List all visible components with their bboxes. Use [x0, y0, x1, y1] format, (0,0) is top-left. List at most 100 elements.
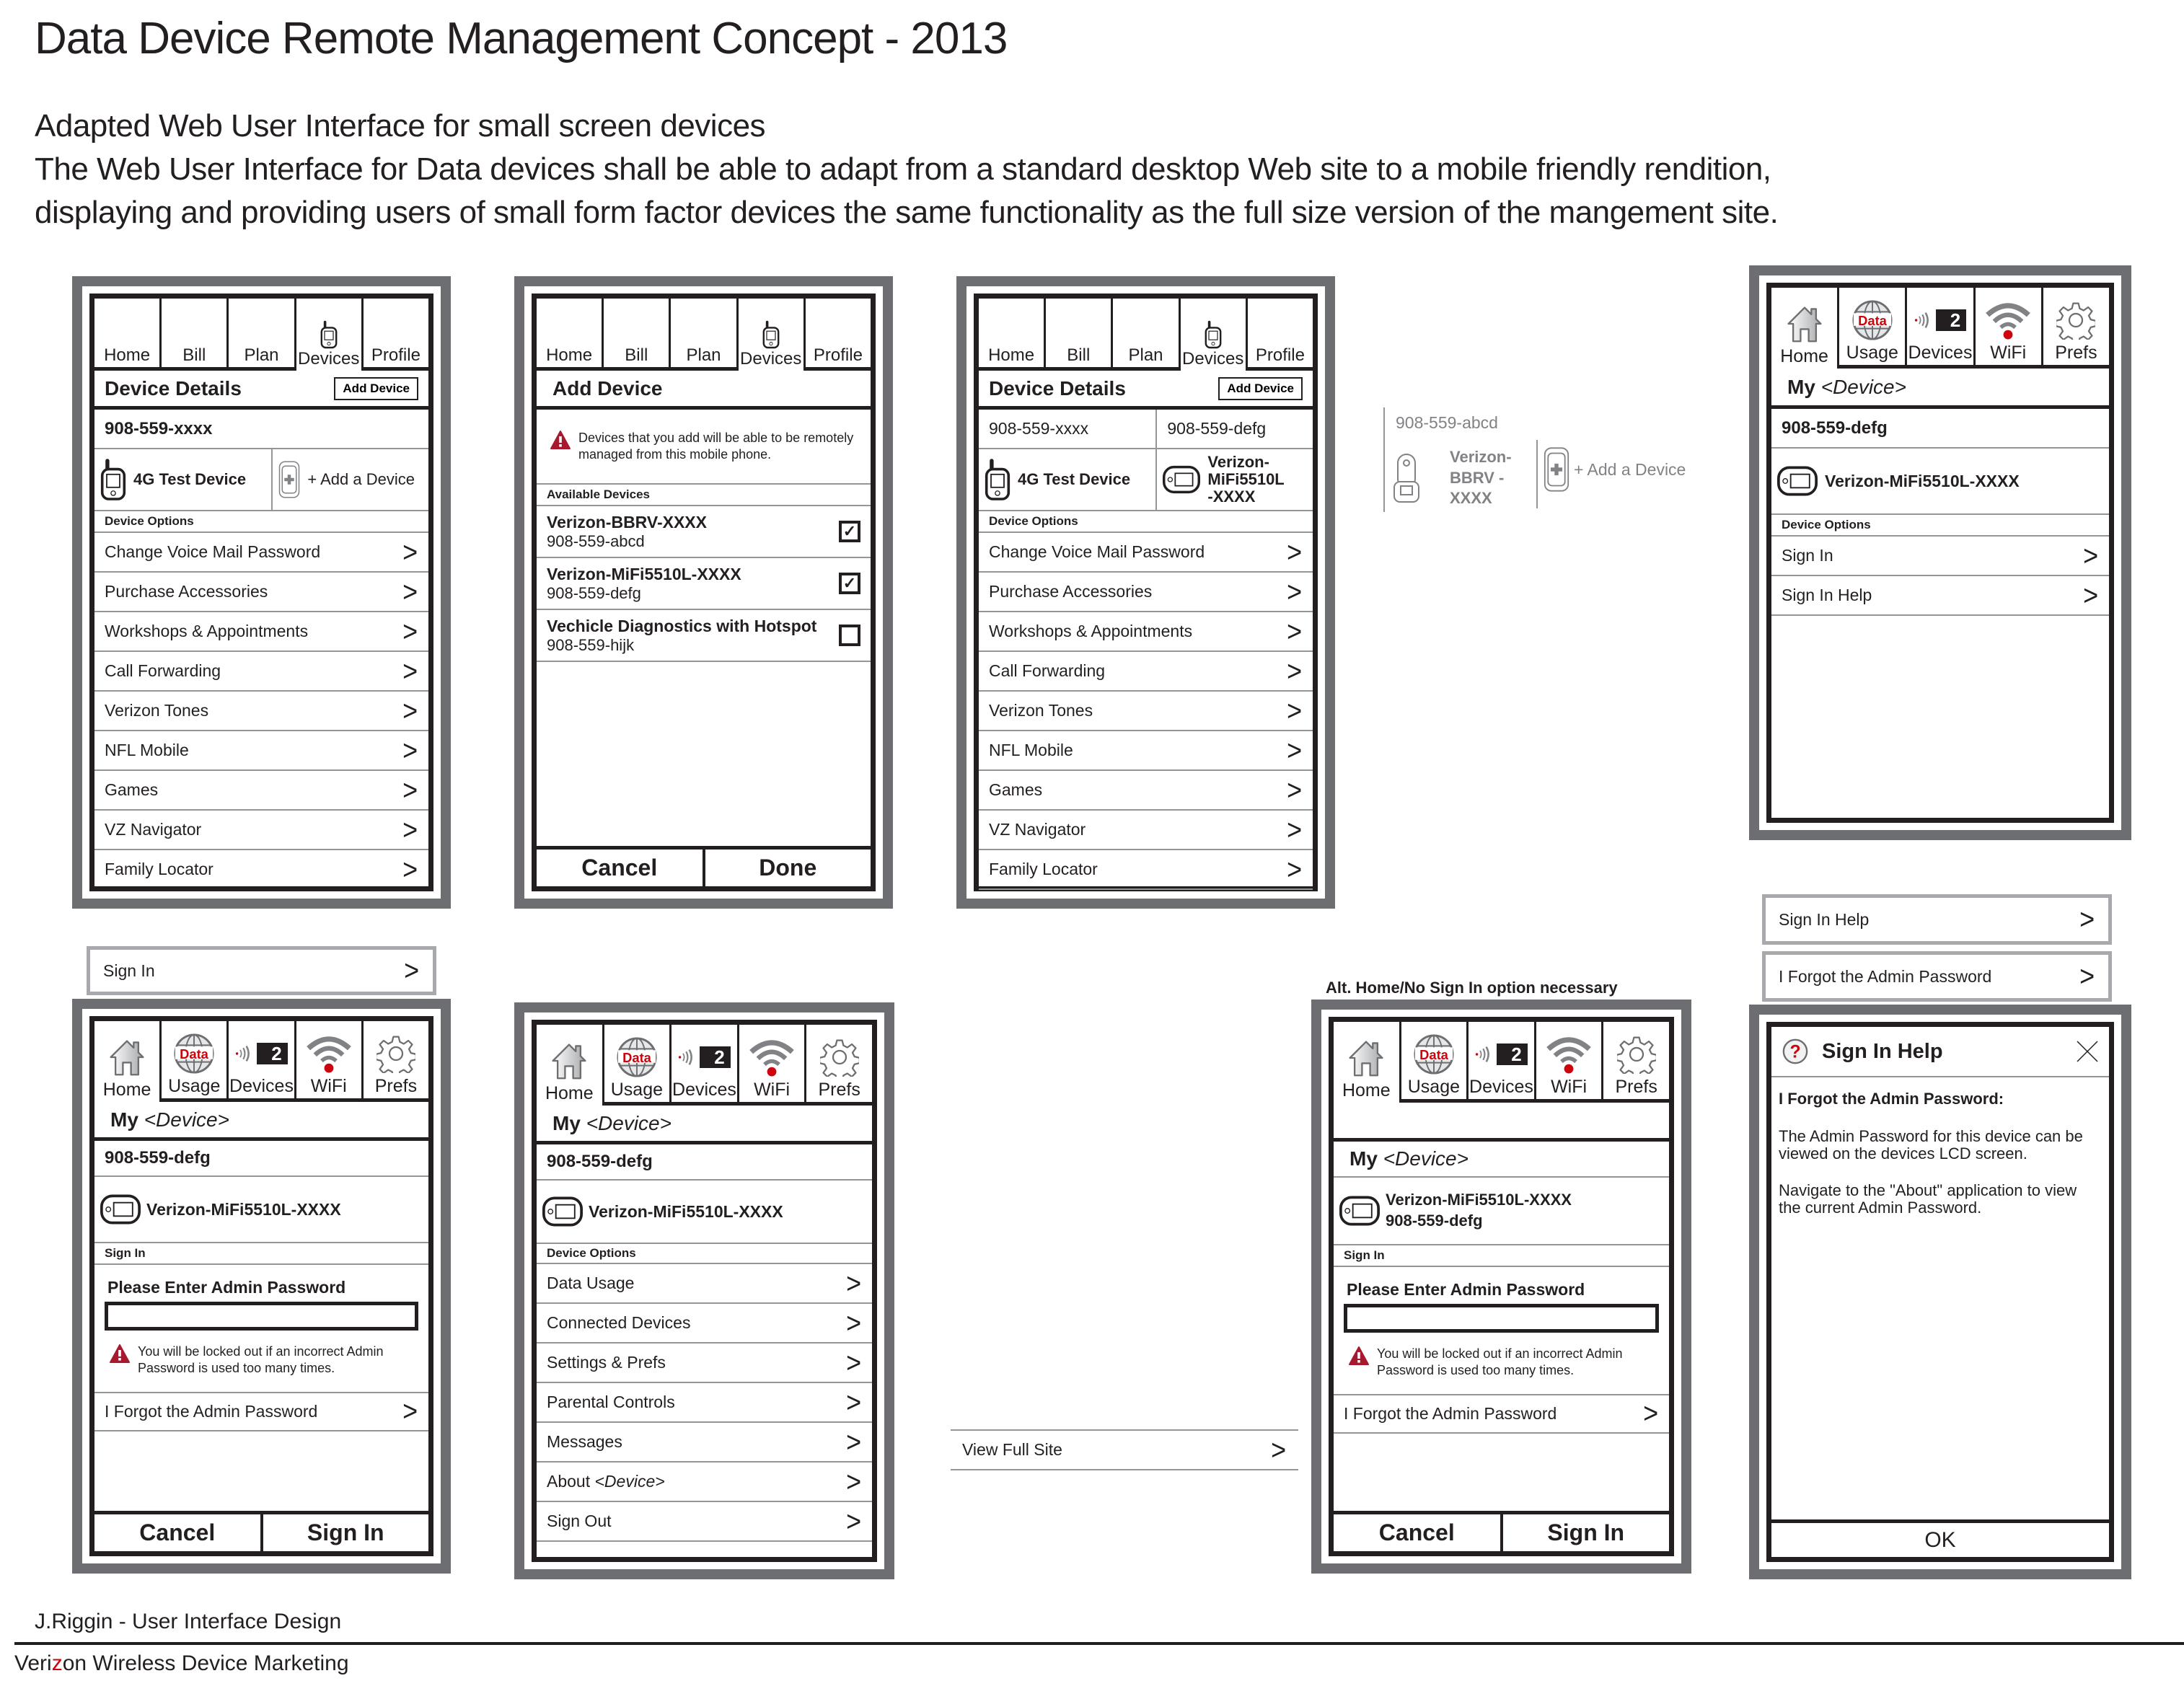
view-full-site-link[interactable]: View Full Site >	[951, 1429, 1298, 1470]
tab-profile[interactable]: Profile	[1247, 299, 1313, 371]
gear-icon	[377, 1034, 415, 1073]
option-item[interactable]: Games >	[979, 771, 1313, 811]
sign-in-button[interactable]: Sign In	[260, 1514, 429, 1551]
device-checkbox[interactable]	[839, 625, 860, 646]
chevron-right-icon: >	[845, 1386, 861, 1419]
tab-wifi[interactable]: WiFi	[296, 1021, 364, 1102]
forgot-password-link[interactable]: I Forgot the Admin Password >	[1762, 951, 2112, 1002]
close-icon[interactable]	[2076, 1040, 2099, 1063]
forgot-password-link[interactable]: I Forgot the Admin Password >	[94, 1391, 428, 1431]
tab-devices[interactable]: Devices	[1181, 299, 1248, 371]
cancel-button[interactable]: Cancel	[1334, 1514, 1500, 1551]
option-item[interactable]: Sign In Help >	[1771, 576, 2109, 616]
tab-home[interactable]: Home	[94, 299, 162, 371]
tab-home[interactable]: Home	[537, 299, 604, 371]
tab-devices[interactable]: 2 Devices	[672, 1025, 739, 1106]
dialog-heading: I Forgot the Admin Password:	[1779, 1090, 2004, 1108]
option-item[interactable]: Games >	[94, 771, 428, 811]
available-device-item[interactable]: Verizon-BBRV-XXXX 908-559-abcd ✓	[537, 506, 871, 558]
tab-prefs[interactable]: Prefs	[2043, 288, 2109, 369]
forgot-password-link[interactable]: I Forgot the Admin Password >	[1334, 1393, 1669, 1434]
option-item[interactable]: Verizon Tones >	[94, 692, 428, 731]
tab-home[interactable]: Home	[1771, 288, 1840, 369]
option-item[interactable]: Data Usage >	[537, 1264, 872, 1304]
tab-plan[interactable]: Plan	[1113, 299, 1181, 371]
ok-button[interactable]: OK	[1771, 1523, 2109, 1557]
tab-bill[interactable]: Bill	[604, 299, 672, 371]
tab-wifi[interactable]: WiFi	[739, 1025, 807, 1106]
tab-prefs[interactable]: Prefs	[806, 1025, 872, 1106]
tab-plan[interactable]: Plan	[229, 299, 296, 371]
option-item[interactable]: Change Voice Mail Password >	[94, 533, 428, 573]
tab-plan[interactable]: Plan	[671, 299, 739, 371]
add-device-button[interactable]: Add Device	[1218, 376, 1303, 400]
add-device-button[interactable]: Add Device	[334, 376, 418, 400]
done-button[interactable]: Done	[702, 850, 871, 886]
add-a-device-button[interactable]: + Add a Device	[1544, 446, 1686, 493]
data-globe-icon: Data	[616, 1036, 658, 1078]
option-item[interactable]: Verizon Tones >	[979, 692, 1313, 731]
tab-profile[interactable]: Profile	[805, 299, 871, 371]
page-subtitle: Adapted Web User Interface for small scr…	[35, 108, 766, 144]
admin-password-input[interactable]	[1344, 1304, 1659, 1333]
tab-usage[interactable]: Data Usage	[604, 1025, 672, 1106]
tab-home[interactable]: Home	[1334, 1022, 1401, 1103]
option-item[interactable]: About <Device> >	[537, 1462, 872, 1502]
option-item[interactable]: Settings & Prefs >	[537, 1344, 872, 1383]
sign-in-help-link[interactable]: Sign In Help >	[1762, 894, 2112, 945]
tab-home[interactable]: Home	[94, 1021, 162, 1102]
option-item[interactable]: Call Forwarding >	[979, 652, 1313, 692]
device-checkbox[interactable]: ✓	[839, 521, 860, 542]
tab-devices[interactable]: 2 Devices	[1469, 1022, 1536, 1103]
tab-prefs[interactable]: Prefs	[363, 1021, 428, 1102]
option-item[interactable]: Messages >	[537, 1423, 872, 1462]
option-item[interactable]: VZ Navigator >	[979, 811, 1313, 850]
option-item[interactable]: Family Locator >	[979, 850, 1313, 890]
tab-usage[interactable]: Data Usage	[162, 1021, 229, 1102]
tab-usage[interactable]: Data Usage	[1401, 1022, 1469, 1103]
tab-prefs[interactable]: Prefs	[1603, 1022, 1669, 1103]
tab-home[interactable]: Home	[537, 1025, 604, 1106]
cancel-button[interactable]: Cancel	[94, 1514, 260, 1551]
tab-devices[interactable]: Devices	[296, 299, 364, 371]
option-item[interactable]: Call Forwarding >	[94, 652, 428, 692]
available-device-item[interactable]: Vechicle Diagnostics with Hotspot 908-559…	[537, 610, 871, 662]
tab-wifi[interactable]: WiFi	[1975, 288, 2043, 369]
tab-bill[interactable]: Bill	[1046, 299, 1114, 371]
available-device-item[interactable]: Verizon-MiFi5510L-XXXX 908-559-defg ✓	[537, 558, 871, 610]
tab-devices[interactable]: 2 Devices	[229, 1021, 296, 1102]
link-label: View Full Site	[962, 1440, 1062, 1459]
tab-profile[interactable]: Profile	[363, 299, 428, 371]
my-device-title: My <Device>	[1771, 369, 2109, 409]
option-item[interactable]: Workshops & Appointments >	[94, 612, 428, 652]
device-checkbox[interactable]: ✓	[839, 573, 860, 594]
home-icon	[549, 1041, 589, 1081]
option-item[interactable]: NFL Mobile >	[979, 731, 1313, 771]
option-item[interactable]: Parental Controls >	[537, 1383, 872, 1423]
tab-devices[interactable]: Devices	[739, 299, 806, 371]
option-item[interactable]: Family Locator >	[94, 850, 428, 886]
device-item[interactable]: 4G Test Device	[979, 449, 1155, 510]
tab-home[interactable]: Home	[979, 299, 1047, 371]
cancel-button[interactable]: Cancel	[537, 850, 703, 886]
device-item[interactable]: Verizon-MiFi5510L -XXXX	[1155, 449, 1313, 510]
tab-bill[interactable]: Bill	[162, 299, 229, 371]
admin-password-input[interactable]	[105, 1302, 418, 1331]
option-item[interactable]: Change Voice Mail Password >	[979, 533, 1313, 573]
tab-usage[interactable]: Data Usage	[1839, 288, 1908, 369]
option-item[interactable]: Workshops & Appointments >	[979, 612, 1313, 652]
option-item[interactable]: Purchase Accessories >	[94, 573, 428, 612]
option-item[interactable]: VZ Navigator >	[94, 811, 428, 850]
sign-in-button[interactable]: Sign In	[1500, 1514, 1670, 1551]
device-item[interactable]: 4G Test Device	[94, 449, 271, 510]
option-item[interactable]: Connected Devices >	[537, 1304, 872, 1344]
option-item[interactable]: NFL Mobile >	[94, 731, 428, 771]
device-item[interactable]: Verizon-BBRV -XXXX	[1392, 447, 1522, 509]
add-a-device-button[interactable]: + Add a Device	[271, 449, 428, 510]
tab-devices[interactable]: 2 Devices	[1907, 288, 1976, 369]
option-item[interactable]: Sign In >	[1771, 537, 2109, 576]
option-item[interactable]: Sign Out >	[537, 1502, 872, 1542]
tab-wifi[interactable]: WiFi	[1536, 1022, 1604, 1103]
sign-in-link[interactable]: Sign In >	[87, 946, 436, 995]
option-item[interactable]: Purchase Accessories >	[979, 573, 1313, 612]
